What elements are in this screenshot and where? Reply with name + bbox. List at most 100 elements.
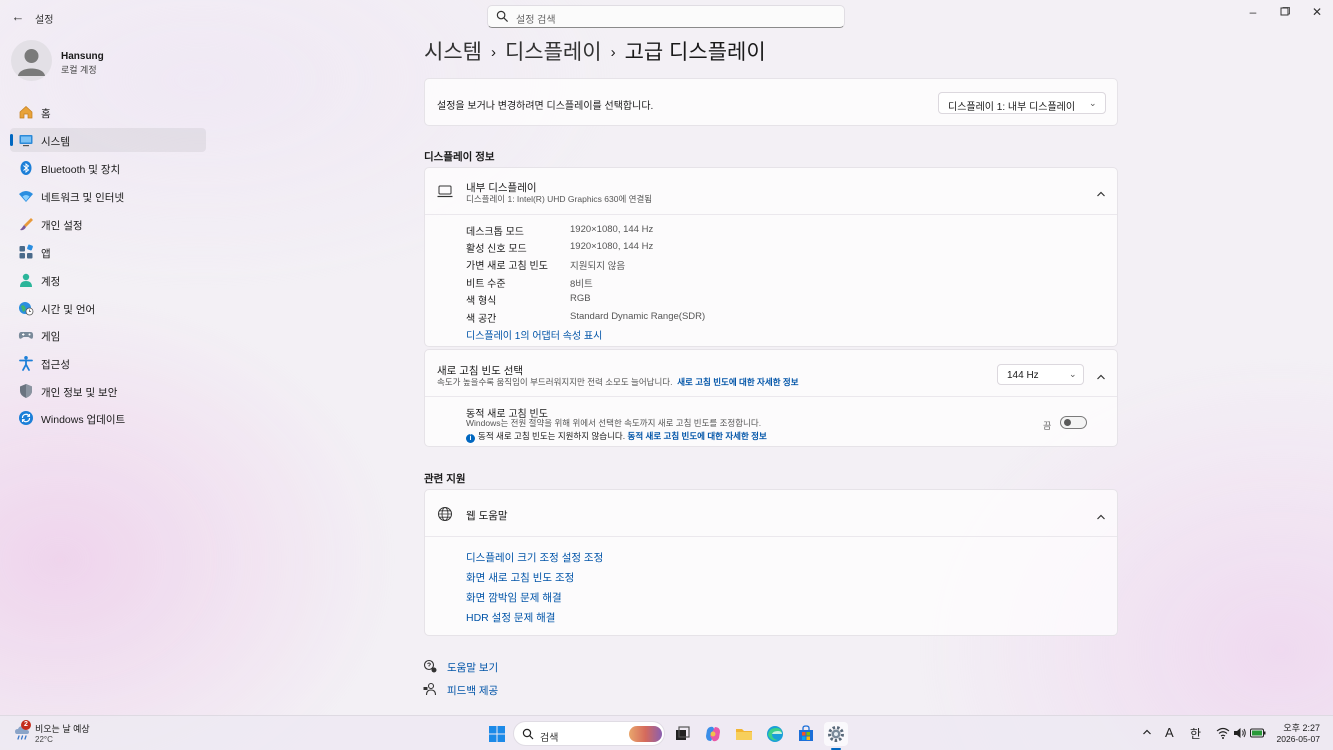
refresh-rate-card: 새로 고침 빈도 선택 속도가 높을수록 움직임이 부드러워지지만 전력 소모도… [424,349,1118,447]
chevron-up-icon [1097,374,1105,380]
sidebar-item-accounts[interactable]: 계정 [10,268,206,292]
user-name: Hansung [61,51,104,62]
store-button[interactable] [794,722,818,746]
sidebar-item-time-language[interactable]: 시간 및 언어 [10,296,206,320]
sidebar-item-bluetooth[interactable]: Bluetooth 및 장치 [10,156,206,180]
sidebar-item-label: 개인 정보 및 보안 [41,387,118,399]
spec-value: Standard Dynamic Range(SDR) [570,311,706,322]
help-link[interactable]: HDR 설정 문제 해결 [466,610,555,625]
settings-search-input[interactable]: 설정 검색 [487,5,845,28]
dynamic-refresh-description: Windows는 전원 절약을 위해 위에서 선택한 속도까지 새로 고침 빈도… [466,418,762,428]
chevron-down-icon: ⌄ [1089,98,1097,108]
ime-language-indicator[interactable]: 한 [1190,725,1201,742]
help-link[interactable]: 화면 새로 고침 빈도 조정 [466,570,574,585]
copilot-button[interactable] [701,722,725,746]
dynamic-refresh-toggle[interactable] [1060,416,1087,429]
title-bar: ← 설정 설정 검색 – ✕ [0,0,1333,34]
sidebar-item-home[interactable]: 홈 [10,100,206,124]
help-link[interactable]: 디스플레이 크기 조정 설정 조정 [466,550,603,565]
start-button[interactable] [485,722,509,746]
breadcrumb-system[interactable]: 시스템 [424,41,482,64]
refresh-rate-description: 속도가 높을수록 움직임이 부드러워지지만 전력 소모도 늘어납니다. 새로 고… [437,376,799,388]
toggle-state-label: 끔 [1043,421,1052,431]
info-icon: i [466,434,475,443]
sidebar-item-personalization[interactable]: 개인 설정 [10,212,206,236]
sidebar-item-privacy-security[interactable]: 개인 정보 및 보안 [10,379,206,403]
minimize-button[interactable]: – [1238,3,1268,21]
feedback-icon [423,682,437,696]
edge-icon [767,726,783,742]
weather-forecast[interactable]: 비오는 날 예상 [35,722,90,735]
search-placeholder: 설정 검색 [516,15,556,26]
avatar[interactable] [11,40,52,81]
dynamic-refresh-more-link[interactable]: 동적 새로 고침 빈도에 대한 자세한 정보 [628,431,767,441]
refresh-more-info-link[interactable]: 새로 고침 빈도에 대한 자세한 정보 [677,377,798,387]
sidebar-item-label: 홈 [41,108,51,120]
spec-label: 활성 신호 모드 [466,244,527,255]
display-select-prompt: 설정을 보거나 변경하려면 디스플레이를 선택합니다. [437,101,654,112]
clock-time[interactable]: 오후 2:27 [1280,721,1320,734]
search-highlight-image [629,726,662,742]
display-select-card: 설정을 보거나 변경하려면 디스플레이를 선택합니다. 디스플레이 1: 내부 … [424,78,1118,126]
collapse-button[interactable] [1096,185,1106,203]
globe-clock-icon [19,302,34,316]
collapse-button[interactable] [1096,368,1106,386]
adapter-properties-link[interactable]: 디스플레이 1의 어댑터 속성 표시 [466,327,602,342]
taskbar-search[interactable]: 검색 [513,721,665,746]
refresh-rate-dropdown[interactable]: 144 Hz ⌄ [997,364,1084,385]
wifi-icon[interactable] [1216,727,1230,739]
bluetooth-icon [20,161,32,175]
sidebar-item-gaming[interactable]: 게임 [10,323,206,347]
close-button[interactable]: ✕ [1302,3,1332,21]
display-adapter-subtitle: 디스플레이 1: Intel(R) UHD Graphics 630에 연결됨 [466,194,653,204]
globe-icon [438,507,452,521]
network-icon [19,191,33,202]
chevron-up-icon [1097,514,1105,520]
display-info-card: 내부 디스플레이 디스플레이 1: Intel(R) UHD Graphics … [424,167,1118,347]
update-icon [19,411,33,425]
dynamic-refresh-note-text: 동적 새로 고침 빈도는 지원하지 않습니다. [478,431,626,441]
sidebar-item-network[interactable]: 네트워크 및 인터넷 [10,184,206,208]
restore-icon [1280,7,1290,16]
sidebar-item-windows-update[interactable]: Windows 업데이트 [10,406,206,430]
sidebar-item-system[interactable]: 시스템 [10,128,206,152]
settings-app-button[interactable] [824,722,848,750]
spec-label: 비트 수준 [466,279,506,290]
copilot-icon [706,726,720,742]
account-icon [20,273,32,287]
breadcrumb: 시스템 › 디스플레이 › 고급 디스플레이 [424,36,766,66]
display-dropdown[interactable]: 디스플레이 1: 내부 디스플레이 ⌄ [938,92,1106,114]
show-hidden-icons-button[interactable] [1142,727,1152,739]
web-help-title: 웹 도움말 [466,510,508,522]
taskbar-search-label: 검색 [540,733,559,744]
gamepad-icon [18,332,34,339]
user-silhouette-icon [18,49,45,76]
ime-mode-indicator[interactable]: A [1165,725,1174,740]
file-explorer-button[interactable] [732,722,756,746]
back-button[interactable]: ← [8,8,28,26]
maximize-button[interactable] [1270,3,1300,21]
sidebar-item-label: Windows 업데이트 [41,414,126,426]
task-view-icon [676,726,690,740]
get-help-link[interactable]: 도움말 보기 [447,660,498,675]
apps-icon [19,244,33,259]
selection-indicator [10,134,13,146]
search-icon [522,728,534,740]
spec-value: 1920×1080, 144 Hz [570,241,654,252]
clock-date[interactable]: 2026-05-07 [1262,734,1320,744]
help-link[interactable]: 화면 깜박임 문제 해결 [466,590,562,605]
sidebar-item-apps[interactable]: 앱 [10,240,206,264]
task-view-button[interactable] [670,722,694,746]
dynamic-refresh-note: i 동적 새로 고침 빈도는 지원하지 않습니다. 동적 새로 고침 빈도에 대한… [466,430,767,443]
edge-browser-button[interactable] [763,722,787,746]
sidebar-item-label: 시간 및 언어 [41,304,96,316]
spec-label: 데스크톱 모드 [466,227,524,238]
spec-value: 8비트 [570,279,593,290]
volume-icon[interactable] [1233,727,1247,739]
sidebar-item-label: 게임 [41,331,61,343]
feedback-link[interactable]: 피드백 제공 [447,683,498,698]
sidebar-item-accessibility[interactable]: 접근성 [10,351,206,375]
collapse-button[interactable] [1096,508,1106,526]
chevron-up-icon [1143,729,1151,735]
breadcrumb-display[interactable]: 디스플레이 [505,41,602,64]
